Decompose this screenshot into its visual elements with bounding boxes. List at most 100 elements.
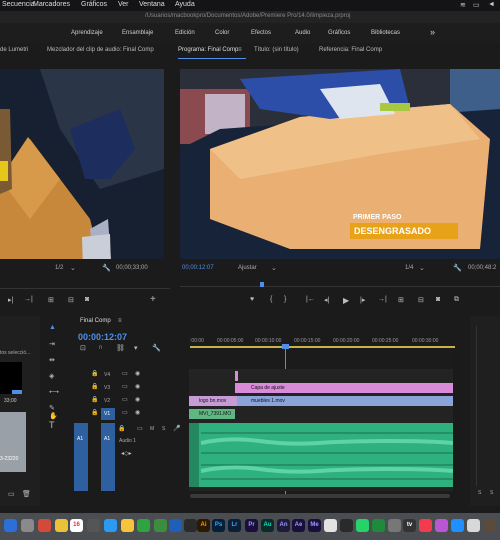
settings-icon[interactable]	[87, 519, 100, 532]
tab-program-menu[interactable]: ≡	[238, 47, 242, 53]
program-scrubber[interactable]	[180, 286, 500, 287]
after-effects-icon[interactable]: Ae	[292, 519, 305, 532]
lock-icon[interactable]: 🔒	[91, 383, 98, 390]
finder-icon[interactable]	[4, 519, 17, 532]
track-select-icon[interactable]: ⇥	[49, 340, 55, 348]
program-ratio[interactable]: 1/4	[405, 265, 413, 271]
mail-icon[interactable]	[104, 519, 117, 532]
illustrator-icon[interactable]: Ai	[197, 519, 210, 532]
chrome-icon[interactable]	[324, 519, 337, 532]
export-frame-icon[interactable]: ◙	[436, 296, 440, 303]
premiere-icon[interactable]: Pr	[245, 519, 258, 532]
tab-reference[interactable]: Referencia: Final Comp	[319, 47, 382, 53]
add-button-icon[interactable]: +	[150, 294, 156, 305]
timeline-vertical-scrollbar[interactable]	[453, 353, 459, 493]
preview-icon[interactable]	[467, 519, 480, 532]
safari-icon[interactable]	[169, 519, 182, 532]
track-v4-label[interactable]: V4	[104, 372, 110, 378]
audio-track-target[interactable]: A1	[101, 423, 115, 491]
eye-icon[interactable]: ◉	[135, 383, 140, 390]
meter-solo-left[interactable]: S	[478, 490, 481, 496]
menu-ventana[interactable]: Ventana	[139, 1, 165, 8]
workspace-tab-color[interactable]: Color	[215, 30, 229, 36]
step-back-icon[interactable]: ◂|	[324, 296, 329, 304]
tab-title[interactable]: Título: (sin título)	[254, 47, 299, 53]
clip-mvi[interactable]: MVI_7391.MO	[189, 409, 235, 419]
selection-tool-icon[interactable]: ▲	[49, 324, 56, 331]
step-forward-program-icon[interactable]: |▸	[360, 296, 365, 304]
source-scrubber[interactable]	[0, 288, 170, 289]
source-ratio-dropdown-icon[interactable]: ⌄	[70, 264, 76, 272]
track-v1-label[interactable]: V1	[104, 411, 110, 417]
project-thumbnail-2[interactable]	[0, 412, 26, 472]
mute-button[interactable]: M	[150, 426, 154, 432]
launchpad-icon[interactable]	[21, 519, 34, 532]
vlc-icon[interactable]	[340, 519, 353, 532]
wifi-icon[interactable]: ≋	[460, 1, 466, 9]
mark-in-icon[interactable]: {	[270, 296, 272, 303]
track-v3-label[interactable]: V3	[104, 385, 110, 391]
linked-icon[interactable]: ⛓	[116, 344, 125, 352]
audio-sync-icon[interactable]: ▭	[137, 425, 143, 432]
timeline-horizontal-scrollbar[interactable]	[190, 494, 450, 498]
eye-icon[interactable]: ◉	[135, 396, 140, 403]
overwrite-icon[interactable]: ⊟	[68, 296, 74, 304]
solo-button[interactable]: S	[162, 426, 165, 432]
timeline-settings-icon[interactable]: 🔧	[152, 344, 161, 352]
wrench-icon[interactable]: 🔧	[102, 264, 111, 272]
lift-icon[interactable]: ⊞	[398, 296, 404, 304]
menu-graficos[interactable]: Gráficos	[81, 1, 107, 8]
sync-icon[interactable]: ▭	[122, 383, 128, 390]
meter-solo-right[interactable]: S	[490, 490, 493, 496]
keyframe-nav-icon[interactable]: ◂◇▸	[121, 450, 132, 457]
menu-secuencia[interactable]: Secuencia	[2, 1, 35, 8]
tv-icon[interactable]: tv	[403, 519, 416, 532]
insert-icon[interactable]: ⊞	[48, 296, 54, 304]
nest-icon[interactable]: ⊡	[80, 344, 86, 352]
go-to-out-program-icon[interactable]: →|	[378, 296, 387, 303]
comparison-icon[interactable]: ⧉	[454, 296, 459, 304]
trash-icon[interactable]: 🗑	[22, 490, 31, 498]
program-monitor-video[interactable]: PRIMER PASO DESENGRASADO	[180, 69, 500, 259]
lock-icon[interactable]: 🔒	[91, 409, 98, 416]
audio-lock-icon[interactable]: 🔒	[118, 425, 125, 432]
podcasts-icon[interactable]	[435, 519, 448, 532]
program-timecode[interactable]: 00;00:12:07	[182, 265, 214, 271]
menu-ayuda[interactable]: Ayuda	[175, 1, 195, 8]
sync-icon[interactable]: ▭	[122, 409, 128, 416]
clip-muebles[interactable]: muebles 1.mov	[237, 396, 453, 406]
media-encoder-icon[interactable]: Me	[308, 519, 321, 532]
whatsapp-icon[interactable]	[356, 519, 369, 532]
sync-icon[interactable]: ▭	[122, 370, 128, 377]
hand-icon[interactable]: ✋	[49, 412, 58, 420]
go-to-out-icon[interactable]: →|	[24, 296, 33, 303]
clip-capa-de-ajuste[interactable]: Capa de ajuste	[235, 383, 453, 393]
source-ratio[interactable]: 1/2	[55, 265, 63, 271]
play-icon[interactable]: ▶	[343, 296, 349, 305]
workspace-tab-aprendizaje[interactable]: Aprendizaje	[71, 30, 103, 36]
slip-icon[interactable]: ⟷	[49, 388, 59, 396]
facetime-icon[interactable]	[154, 519, 167, 532]
timeline-tracks-area[interactable]: Capa de ajuste logo bn.mov muebles 1.mov…	[189, 369, 454, 491]
program-fit-select[interactable]: Ajustar	[238, 265, 257, 271]
eye-icon[interactable]: ◉	[135, 409, 140, 416]
work-area-bar[interactable]	[190, 346, 455, 348]
workspace-more-button[interactable]: »	[430, 27, 435, 37]
mic-icon[interactable]: 🎤	[173, 425, 180, 432]
tab-final-comp[interactable]: Final Comp	[80, 318, 111, 324]
menu-ver[interactable]: Ver	[118, 1, 129, 8]
step-forward-icon[interactable]: ▸|	[8, 296, 13, 304]
screen-icon[interactable]: ▭	[473, 1, 480, 9]
sync-icon[interactable]: ▭	[122, 396, 128, 403]
track-v2-label[interactable]: V2	[104, 398, 110, 404]
eye-icon[interactable]: ◉	[135, 370, 140, 377]
clip-logo[interactable]: logo bn.mov	[189, 396, 237, 406]
source-monitor-video[interactable]	[0, 69, 164, 259]
mark-out-icon[interactable]: }	[284, 296, 286, 303]
extract-icon[interactable]: ⊟	[418, 296, 424, 304]
notes-icon[interactable]	[55, 519, 68, 532]
program-ratio-dropdown-icon[interactable]: ⌄	[419, 264, 425, 272]
timeline-tab-menu[interactable]: ≡	[118, 318, 122, 324]
animate-icon[interactable]: An	[277, 519, 290, 532]
workspace-tab-ensamblaje[interactable]: Ensamblaje	[122, 30, 153, 36]
